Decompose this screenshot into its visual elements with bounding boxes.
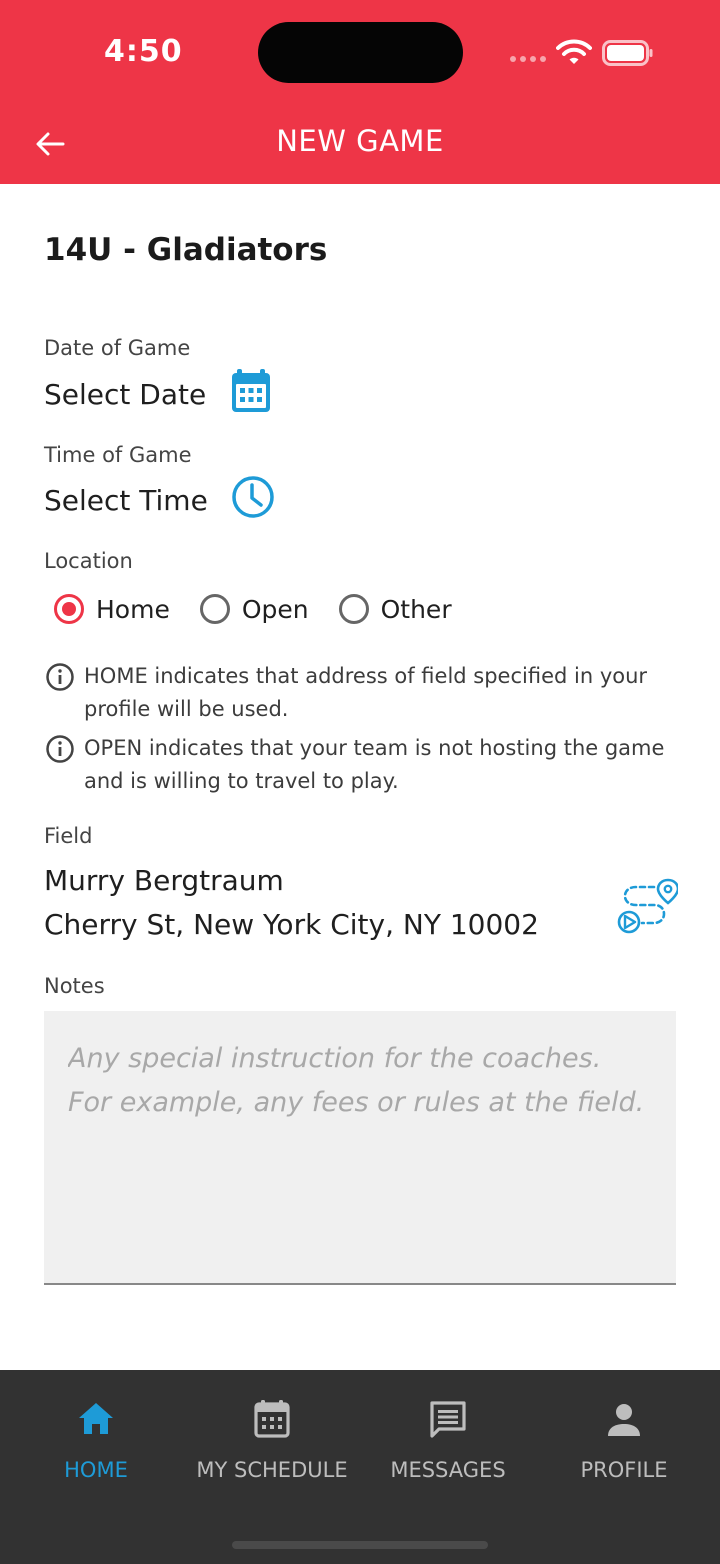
- calendar-icon: [254, 1400, 290, 1438]
- team-name: 14U - Gladiators: [44, 232, 328, 268]
- date-label: Date of Game: [44, 336, 191, 360]
- tab-messages[interactable]: MESSAGES: [358, 1398, 538, 1482]
- dynamic-island: [258, 22, 463, 83]
- person-icon: [608, 1404, 640, 1436]
- notes-label: Notes: [44, 974, 105, 998]
- open-info-text: OPEN indicates that your team is not hos…: [84, 736, 665, 793]
- tab-messages-label: MESSAGES: [390, 1458, 506, 1482]
- info-icon: [46, 735, 74, 763]
- tab-home[interactable]: HOME: [6, 1398, 186, 1482]
- open-info-note: OPEN indicates that your team is not hos…: [44, 732, 684, 798]
- tab-profile[interactable]: PROFILE: [534, 1398, 714, 1482]
- tab-my-schedule-label: MY SCHEDULE: [196, 1458, 348, 1482]
- radio-other[interactable]: Other: [338, 594, 452, 624]
- radio-open-circle: [199, 594, 230, 624]
- select-time-value[interactable]: Select Time: [44, 484, 208, 517]
- bottom-tab-bar: HOME MY SCHEDULE MESSAGES PROFILE: [0, 1370, 720, 1564]
- radio-home-circle: [54, 594, 84, 624]
- clock-icon[interactable]: [231, 475, 275, 519]
- time-label: Time of Game: [44, 443, 192, 467]
- message-icon: [430, 1401, 466, 1438]
- select-date-value[interactable]: Select Date: [44, 378, 206, 411]
- status-time: 4:50: [104, 34, 183, 69]
- page-title: NEW GAME: [276, 124, 444, 158]
- field-label: Field: [44, 824, 93, 848]
- route-icon[interactable]: [614, 874, 678, 936]
- radio-open[interactable]: Open: [199, 594, 309, 624]
- tab-home-label: HOME: [64, 1458, 128, 1482]
- radio-home-label: Home: [96, 594, 170, 624]
- radio-other-label: Other: [380, 594, 452, 624]
- home-info-text: HOME indicates that address of field spe…: [84, 664, 648, 721]
- location-label: Location: [44, 549, 133, 573]
- notes-textarea[interactable]: [68, 1037, 652, 1257]
- tab-my-schedule[interactable]: MY SCHEDULE: [182, 1398, 362, 1482]
- battery-icon: [602, 40, 653, 66]
- calendar-icon[interactable]: [230, 368, 272, 414]
- home-info-note: HOME indicates that address of field spe…: [44, 660, 684, 726]
- radio-open-label: Open: [241, 594, 309, 624]
- cellular-signal-icon: [510, 56, 546, 62]
- tab-profile-label: PROFILE: [580, 1458, 668, 1482]
- info-icon: [46, 663, 74, 691]
- home-indicator: [232, 1541, 488, 1549]
- field-name: Murry Bergtraum: [44, 864, 284, 897]
- radio-other-circle: [338, 594, 369, 624]
- home-icon: [79, 1403, 113, 1434]
- field-address: Cherry St, New York City, NY 10002: [44, 908, 539, 941]
- radio-home[interactable]: Home: [54, 594, 170, 624]
- app-header: 4:50 NEW GAME: [0, 0, 720, 184]
- location-radio-group: Home Open Other: [54, 594, 482, 624]
- wifi-icon: [556, 39, 592, 64]
- notes-container: [44, 1011, 676, 1285]
